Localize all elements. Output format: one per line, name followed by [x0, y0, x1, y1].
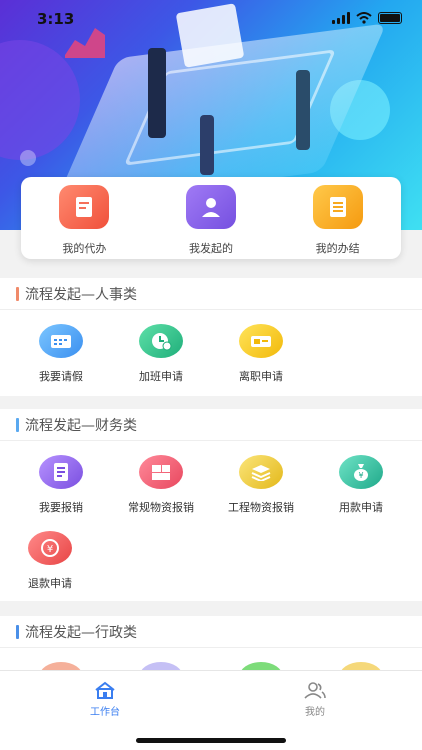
item-label: 用款申请 — [339, 501, 383, 514]
item-fund-request[interactable]: ¥ 用款申请 — [311, 441, 411, 517]
item-expense-claim[interactable]: 我要报销 — [11, 441, 111, 517]
refund-icon: ¥ — [28, 531, 72, 565]
illustration-woman-2 — [296, 70, 310, 150]
users-icon — [304, 682, 326, 699]
status-time: 3:13 — [37, 10, 75, 28]
clock-icon — [139, 324, 183, 358]
section-header: 流程发起—行政类 — [0, 616, 422, 648]
item-leave-request[interactable]: 我要请假 — [11, 310, 111, 386]
receipt-icon — [39, 455, 83, 489]
item-general-supplies-claim[interactable]: 常规物资报销 — [111, 441, 211, 517]
money-bag-icon: ¥ — [339, 455, 383, 489]
wifi-icon — [356, 12, 372, 24]
illustration-man — [148, 48, 166, 138]
home-indicator — [136, 738, 286, 743]
tab-workbench[interactable]: 工作台 — [75, 681, 135, 718]
item-label: 退款申请 — [28, 577, 72, 590]
illustration-woman — [200, 115, 214, 175]
section-admin: 流程发起—行政类 — [0, 616, 422, 676]
item-refund-request[interactable]: ¥ 退款申请 — [0, 517, 100, 593]
quick-item-label: 我的代办 — [62, 242, 107, 255]
section-hr: 流程发起—人事类 我要请假 加班申请 离职申请 — [0, 278, 422, 396]
item-overtime-request[interactable]: 加班申请 — [111, 310, 211, 386]
quick-actions-card: 我的代办 我发起的 我的办结 — [21, 177, 401, 259]
tab-label: 我的 — [305, 707, 325, 718]
section-finance: 流程发起—财务类 我要报销 常规物资报销 工程物资报销 ¥ 用款申请 ¥ 退款申… — [0, 409, 422, 601]
quick-item-todo[interactable]: 我的代办 — [34, 185, 134, 259]
section-title: 流程发起—财务类 — [25, 417, 137, 434]
home-icon — [95, 681, 115, 699]
battery-icon — [378, 12, 402, 24]
layers-icon — [239, 455, 283, 489]
calendar-icon — [39, 324, 83, 358]
quick-item-label: 我的办结 — [315, 242, 360, 255]
section-title: 流程发起—人事类 — [25, 286, 137, 303]
section-accent-bar — [16, 624, 19, 639]
tab-mine[interactable]: 我的 — [285, 681, 345, 718]
item-engineering-supplies-claim[interactable]: 工程物资报销 — [211, 441, 311, 517]
document-icon — [59, 185, 110, 229]
item-label: 我要请假 — [39, 370, 83, 383]
item-label: 加班申请 — [139, 370, 183, 383]
signal-icon — [332, 12, 350, 24]
box-icon — [139, 455, 183, 489]
section-header: 流程发起—财务类 — [0, 409, 422, 441]
quick-item-label: 我发起的 — [188, 242, 233, 255]
svg-text:¥: ¥ — [47, 544, 53, 555]
item-label: 工程物资报销 — [228, 501, 294, 514]
item-resignation-request[interactable]: 离职申请 — [211, 310, 311, 386]
section-title: 流程发起—行政类 — [25, 624, 137, 641]
section-accent-bar — [16, 286, 19, 301]
user-icon — [185, 185, 236, 229]
section-header: 流程发起—人事类 — [0, 278, 422, 310]
item-label: 常规物资报销 — [128, 501, 194, 514]
ticket-icon — [239, 324, 283, 358]
svg-text:¥: ¥ — [358, 471, 363, 480]
quick-item-completed[interactable]: 我的办结 — [288, 185, 388, 259]
item-label: 我要报销 — [39, 501, 83, 514]
tab-label: 工作台 — [90, 707, 120, 718]
item-label: 离职申请 — [239, 370, 283, 383]
quick-item-initiated[interactable]: 我发起的 — [161, 185, 261, 259]
status-bar: 3:13 — [0, 0, 422, 40]
list-icon — [312, 185, 363, 229]
section-accent-bar — [16, 417, 19, 432]
